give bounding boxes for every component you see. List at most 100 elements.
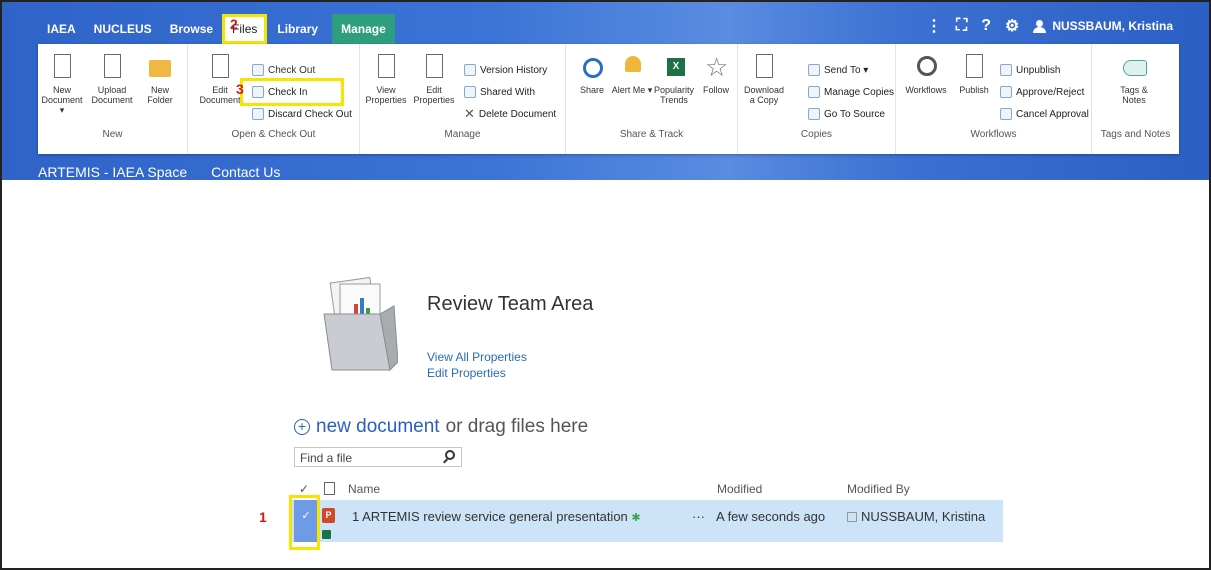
- go-to-source-icon: [808, 108, 820, 120]
- ribbon-group-new: New Document ▾ Upload Document New Folde…: [38, 44, 188, 154]
- version-history-button[interactable]: Version History: [464, 62, 547, 78]
- excel-small-icon: [322, 530, 331, 539]
- ribbon-group-checkout: Edit Document Check Out Check In 3 Disca…: [188, 44, 360, 154]
- download-copy-button[interactable]: Download a Copy: [742, 52, 786, 105]
- go-to-source-button[interactable]: Go To Source: [808, 106, 885, 122]
- tab-library[interactable]: Library: [267, 14, 328, 44]
- tab-files[interactable]: Files: [222, 14, 268, 44]
- discard-icon: [252, 108, 264, 120]
- people-icon: [464, 86, 476, 98]
- share-button[interactable]: Share: [570, 52, 614, 95]
- tab-browse[interactable]: Browse: [161, 14, 222, 44]
- nav-nucleus[interactable]: NUCLEUS: [85, 14, 161, 44]
- view-properties-icon: [371, 52, 401, 82]
- presence-icon: [847, 511, 857, 522]
- ribbon-group-manage: View Properties Edit Properties Version …: [360, 44, 566, 154]
- highlight-check-in: [240, 78, 344, 106]
- user-menu[interactable]: NUSSBAUM, Kristina: [1033, 19, 1173, 33]
- group-label-new: New: [102, 129, 123, 140]
- send-to-button[interactable]: Send To ▾: [808, 62, 868, 78]
- new-document-link[interactable]: new document: [316, 416, 440, 438]
- version-history-icon: [464, 64, 476, 76]
- column-header-modified-by[interactable]: Modified By: [847, 482, 910, 496]
- more-vertical-icon[interactable]: ⋮: [926, 16, 942, 36]
- group-label-workflows: Workflows: [970, 129, 1017, 140]
- follow-button[interactable]: ☆ Follow: [694, 52, 738, 95]
- select-all-checkmark[interactable]: ✓: [299, 482, 309, 496]
- help-icon[interactable]: ?: [981, 17, 991, 35]
- publish-button[interactable]: Publish: [952, 52, 996, 95]
- tab-manage[interactable]: Manage: [332, 14, 395, 44]
- nav-artemis-space[interactable]: ARTEMIS - IAEA Space: [38, 164, 187, 180]
- group-label-tags: Tags and Notes: [1100, 129, 1171, 140]
- library-title: Review Team Area: [427, 293, 594, 315]
- new-document-bar: + new document or drag files here: [294, 416, 588, 438]
- file-type-header-icon: [324, 482, 335, 495]
- check-out-icon: [252, 64, 264, 76]
- ribbon-group-tags: Tags & Notes Tags and Notes: [1092, 44, 1179, 154]
- edit-properties-button[interactable]: Edit Properties: [412, 52, 456, 105]
- alert-me-button[interactable]: Alert Me ▾: [610, 52, 654, 95]
- upload-icon: [97, 52, 127, 82]
- workflows-button[interactable]: Workflows: [904, 52, 948, 95]
- modified-value: A few seconds ago: [716, 509, 826, 524]
- modified-by-value[interactable]: NUSSBAUM, Kristina: [847, 509, 985, 524]
- user-icon: [1033, 19, 1047, 33]
- edit-properties-link[interactable]: Edit Properties: [427, 366, 506, 380]
- screenshot-frame: IAEA NUCLEUS Browse Files Library Manage…: [0, 0, 1211, 570]
- highlight-row-select: [289, 495, 320, 550]
- search-icon[interactable]: [445, 450, 455, 460]
- send-to-icon: [808, 64, 820, 76]
- view-all-properties-link[interactable]: View All Properties: [427, 350, 527, 364]
- delete-document-button[interactable]: ✕ Delete Document: [464, 106, 556, 122]
- file-name-link[interactable]: 1 ARTEMIS review service general present…: [352, 509, 641, 524]
- shared-with-button[interactable]: Shared With: [464, 84, 535, 100]
- tag-icon: [1119, 52, 1149, 82]
- manage-copies-button[interactable]: Manage Copies: [808, 84, 894, 100]
- new-folder-button[interactable]: New Folder: [138, 52, 182, 105]
- check-out-button[interactable]: Check Out: [252, 62, 315, 78]
- new-document-button[interactable]: New Document ▾: [40, 52, 84, 115]
- powerpoint-icon: P: [322, 508, 335, 523]
- search-placeholder: Find a file: [300, 451, 353, 465]
- column-header-name[interactable]: Name: [348, 482, 380, 496]
- cancel-approval-button[interactable]: Cancel Approval: [1000, 106, 1089, 122]
- discard-check-out-button[interactable]: Discard Check Out: [252, 106, 352, 122]
- user-name: NUSSBAUM, Kristina: [1052, 19, 1173, 33]
- group-label-share: Share & Track: [619, 129, 684, 140]
- edit-document-button[interactable]: Edit Document: [198, 52, 242, 105]
- ribbon-group-workflows: Workflows Publish Unpublish Approve/Reje…: [896, 44, 1092, 154]
- search-input[interactable]: Find a file: [294, 447, 462, 467]
- gear-icon[interactable]: ⚙: [1005, 16, 1019, 36]
- step-marker-3: 3: [236, 81, 244, 97]
- top-navigation: IAEA NUCLEUS Browse Files Library Manage: [38, 14, 395, 44]
- unpublish-button[interactable]: Unpublish: [1000, 62, 1060, 78]
- site-navigation: ARTEMIS - IAEA Space Contact Us: [38, 164, 280, 180]
- approve-reject-button[interactable]: Approve/Reject: [1000, 84, 1084, 100]
- new-item-icon: ✱: [631, 512, 641, 524]
- user-area: ⋮ ⛶ ? ⚙ NUSSBAUM, Kristina: [926, 16, 1173, 36]
- edit-properties-icon: [419, 52, 449, 82]
- excel-icon: X: [659, 52, 689, 82]
- download-icon: [749, 52, 779, 82]
- cancel-approval-icon: [1000, 108, 1012, 120]
- focus-expand-icon[interactable]: ⛶: [956, 17, 967, 35]
- publish-icon: [959, 52, 989, 82]
- suite-bar: IAEA NUCLEUS Browse Files Library Manage…: [2, 2, 1209, 180]
- column-header-modified[interactable]: Modified: [717, 482, 762, 496]
- step-marker-2: 2: [230, 16, 238, 32]
- tags-notes-button[interactable]: Tags & Notes: [1112, 52, 1156, 105]
- ribbon-group-copies: Download a Copy Send To ▾ Manage Copies …: [738, 44, 896, 154]
- bell-icon: [617, 52, 647, 82]
- popularity-trends-button[interactable]: X Popularity Trends: [652, 52, 696, 105]
- more-options-button[interactable]: ···: [692, 509, 705, 524]
- add-icon[interactable]: +: [294, 419, 310, 435]
- manage-copies-icon: [808, 86, 820, 98]
- upload-document-button[interactable]: Upload Document: [90, 52, 134, 105]
- group-label-manage: Manage: [444, 129, 481, 140]
- group-label-checkout: Open & Check Out: [231, 129, 316, 140]
- nav-contact-us[interactable]: Contact Us: [211, 164, 280, 180]
- unpublish-icon: [1000, 64, 1012, 76]
- view-properties-button[interactable]: View Properties: [364, 52, 408, 105]
- nav-iaea[interactable]: IAEA: [38, 14, 85, 44]
